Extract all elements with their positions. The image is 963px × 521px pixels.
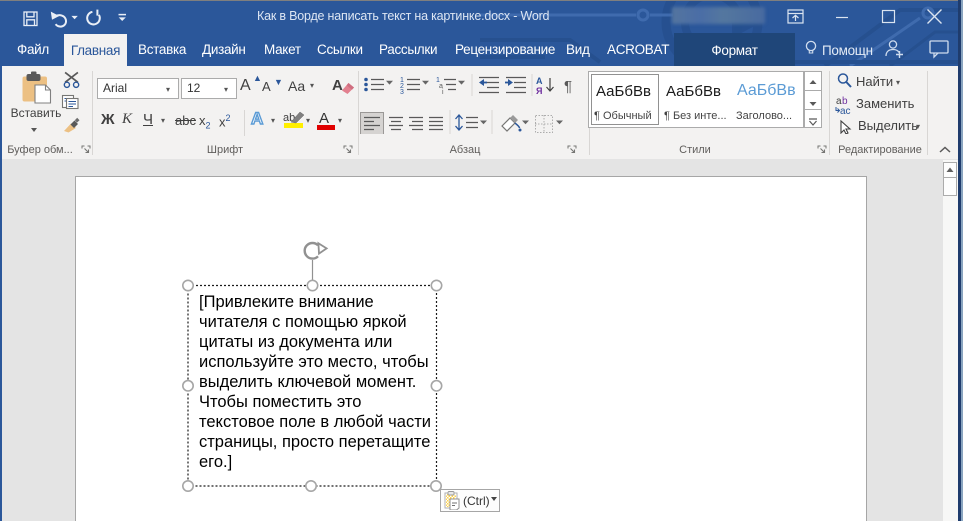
svg-text:¶: ¶ [564,78,572,95]
svg-text:i: i [442,89,444,96]
svg-text:Я: Я [536,86,542,96]
svg-text:3: 3 [400,89,404,96]
svg-text:А: А [536,76,543,86]
svg-text:ac: ac [840,106,851,117]
